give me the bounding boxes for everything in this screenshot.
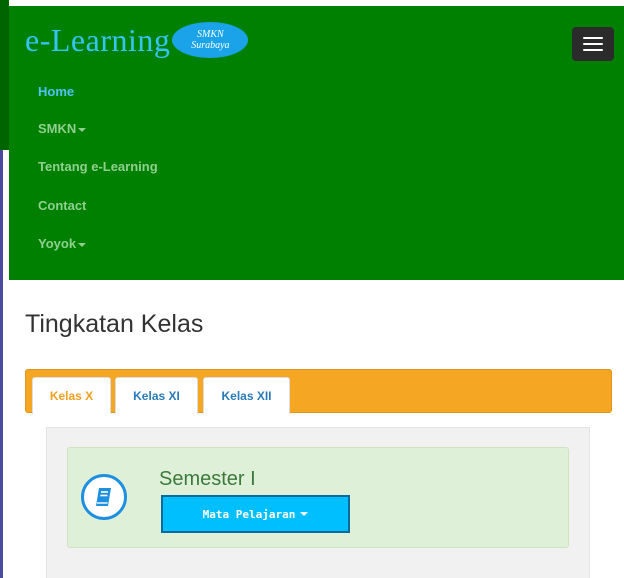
nav-item-label: Tentang e-Learning	[38, 159, 158, 174]
tab-label: Kelas XII	[221, 389, 272, 403]
brand-badge-line2: Surabaya	[191, 40, 230, 51]
nav-item-contact[interactable]: Contact	[38, 198, 86, 213]
page-title: Tingkatan Kelas	[25, 310, 204, 338]
nav-item-home[interactable]: Home	[38, 84, 74, 99]
brand[interactable]: e-Learning SMKN Surabaya	[25, 20, 249, 60]
caret-down-icon	[78, 127, 87, 132]
nav-item-label: Yoyok	[38, 236, 77, 251]
semester-card: Semester I Mata Pelajaran	[67, 447, 569, 548]
tab-kelas-xi[interactable]: Kelas XI	[115, 377, 198, 414]
brand-title[interactable]: e-Learning	[25, 24, 170, 56]
nav-item-smkn[interactable]: SMKN	[38, 121, 87, 136]
semester-title: Semester I	[159, 468, 256, 490]
tab-kelas-xii[interactable]: Kelas XII	[203, 377, 290, 414]
caret-down-icon	[300, 512, 309, 516]
brand-logo-badge: SMKN Surabaya	[172, 22, 249, 58]
left-edge-accent	[0, 0, 9, 150]
tab-label: Kelas X	[49, 389, 94, 403]
navbar: e-Learning SMKN Surabaya Home SMKN Tenta…	[9, 6, 624, 280]
nav-item-yoyok[interactable]: Yoyok	[38, 236, 87, 251]
mata-pelajaran-dropdown-button[interactable]: Mata Pelajaran	[161, 495, 350, 533]
nav-item-label: Contact	[38, 198, 87, 213]
nav-item-label: SMKN	[38, 121, 77, 136]
tab-label: Kelas XI	[133, 389, 180, 403]
navbar-toggle-button[interactable]	[572, 27, 614, 61]
tabs-bar: Kelas X Kelas XI Kelas XII	[25, 369, 612, 414]
tab-kelas-x[interactable]: Kelas X	[32, 377, 111, 414]
nav-item-tentang-e-learning[interactable]: Tentang e-Learning	[38, 159, 158, 174]
dropdown-button-label: Mata Pelajaran	[202, 507, 296, 521]
caret-down-icon	[78, 242, 87, 247]
book-icon	[81, 474, 127, 520]
nav-item-label: Home	[38, 84, 75, 99]
brand-badge-line1: SMKN	[197, 29, 224, 40]
hamburger-menu-icon	[583, 37, 603, 39]
